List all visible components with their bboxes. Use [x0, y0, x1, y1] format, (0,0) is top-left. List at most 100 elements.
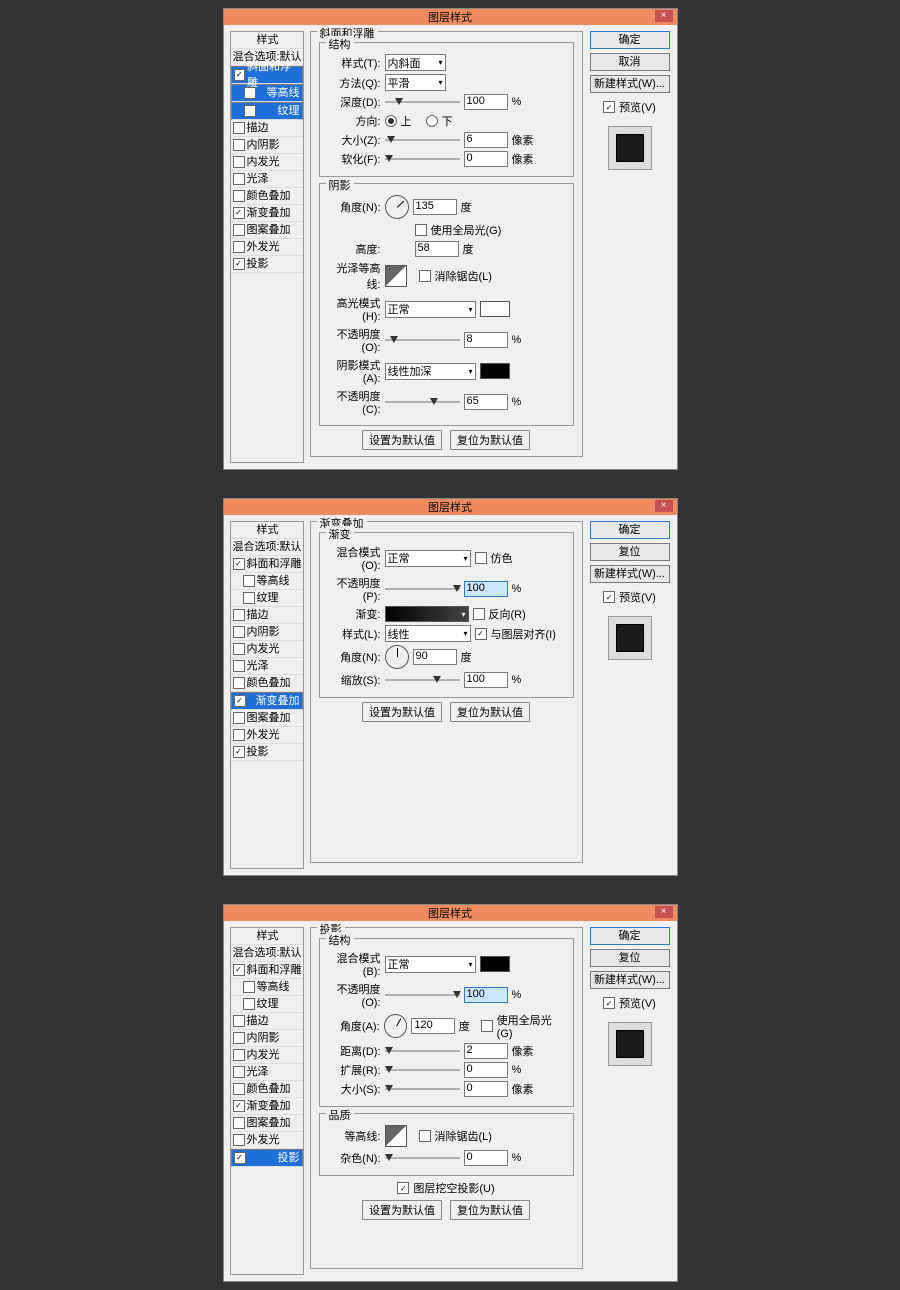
- style-bevel[interactable]: 斜面和浮雕: [231, 66, 303, 84]
- style-outer-glow[interactable]: 外发光: [231, 239, 303, 256]
- style-texture[interactable]: 纹理: [231, 102, 303, 120]
- preview-checkbox[interactable]: [603, 101, 615, 113]
- checkbox-icon[interactable]: [233, 1100, 245, 1112]
- shadow-opacity-input[interactable]: 65: [464, 394, 508, 410]
- checkbox-icon[interactable]: [233, 643, 245, 655]
- checkbox-icon[interactable]: [233, 190, 245, 202]
- checkbox-icon[interactable]: [234, 1152, 246, 1164]
- reset-button[interactable]: 复位: [590, 543, 670, 561]
- style-gradient-overlay[interactable]: 渐变叠加: [231, 1098, 303, 1115]
- spread-slider[interactable]: [385, 1065, 460, 1075]
- close-icon[interactable]: ×: [655, 906, 673, 918]
- antialias-checkbox[interactable]: [419, 1130, 431, 1142]
- size-slider[interactable]: [385, 135, 460, 145]
- style-pattern-overlay[interactable]: 图案叠加: [231, 710, 303, 727]
- dir-down-radio[interactable]: [426, 115, 438, 127]
- noise-slider[interactable]: [385, 1153, 460, 1163]
- style-inner-shadow[interactable]: 内阴影: [231, 137, 303, 154]
- checkbox-icon[interactable]: [233, 609, 245, 621]
- opacity-input[interactable]: 100: [464, 581, 508, 597]
- angle-dial[interactable]: [385, 645, 409, 669]
- angle-input[interactable]: 90: [413, 649, 457, 665]
- reset-button[interactable]: 复位: [590, 949, 670, 967]
- style-drop-shadow[interactable]: 投影: [231, 1149, 303, 1167]
- checkbox-icon[interactable]: [233, 746, 245, 758]
- antialias-checkbox[interactable]: [419, 270, 431, 282]
- spread-input[interactable]: 0: [464, 1062, 508, 1078]
- checkbox-icon[interactable]: [233, 241, 245, 253]
- knockout-checkbox[interactable]: [397, 1182, 409, 1194]
- close-icon[interactable]: ×: [655, 10, 673, 22]
- highlight-color-swatch[interactable]: [480, 301, 510, 317]
- opacity-input[interactable]: 100: [464, 987, 508, 1003]
- checkbox-icon[interactable]: [243, 998, 255, 1010]
- size-slider[interactable]: [385, 1084, 460, 1094]
- depth-input[interactable]: 100: [464, 94, 508, 110]
- titlebar[interactable]: 图层样式 ×: [224, 499, 677, 515]
- shadow-opacity-slider[interactable]: [385, 397, 460, 407]
- style-drop-shadow[interactable]: 投影: [231, 744, 303, 761]
- checkbox-icon[interactable]: [243, 575, 255, 587]
- angle-dial[interactable]: [384, 1014, 408, 1038]
- size-input[interactable]: 6: [464, 132, 508, 148]
- checkbox-icon[interactable]: [233, 1015, 245, 1027]
- gradient-picker[interactable]: ▾: [385, 606, 469, 622]
- reset-default-button[interactable]: 复位为默认值: [450, 1200, 530, 1220]
- checkbox-icon[interactable]: [233, 677, 245, 689]
- style-inner-shadow[interactable]: 内阴影: [231, 1030, 303, 1047]
- shadow-color-swatch[interactable]: [480, 956, 510, 972]
- checkbox-icon[interactable]: [233, 1049, 245, 1061]
- preview-checkbox[interactable]: [603, 997, 615, 1009]
- checkbox-icon[interactable]: [233, 1083, 245, 1095]
- style-stroke[interactable]: 描边: [231, 120, 303, 137]
- style-gradient-overlay[interactable]: 渐变叠加: [231, 205, 303, 222]
- checkbox-icon[interactable]: [233, 1117, 245, 1129]
- style-stroke[interactable]: 描边: [231, 607, 303, 624]
- style-color-overlay[interactable]: 颜色叠加: [231, 188, 303, 205]
- make-default-button[interactable]: 设置为默认值: [362, 1200, 442, 1220]
- global-light-checkbox[interactable]: [481, 1020, 493, 1032]
- style-select[interactable]: 内斜面▾: [385, 54, 446, 71]
- make-default-button[interactable]: 设置为默认值: [362, 430, 442, 450]
- style-gradient-overlay[interactable]: 渐变叠加: [231, 692, 303, 710]
- distance-slider[interactable]: [385, 1046, 460, 1056]
- reset-default-button[interactable]: 复位为默认值: [450, 702, 530, 722]
- checkbox-icon[interactable]: [233, 207, 245, 219]
- titlebar[interactable]: 图层样式 ×: [224, 9, 677, 25]
- checkbox-icon[interactable]: [233, 1032, 245, 1044]
- checkbox-icon[interactable]: [244, 87, 256, 99]
- blend-options[interactable]: 混合选项:默认: [231, 945, 303, 962]
- reset-default-button[interactable]: 复位为默认值: [450, 430, 530, 450]
- dir-up-radio[interactable]: [385, 115, 397, 127]
- preview-checkbox[interactable]: [603, 591, 615, 603]
- new-style-button[interactable]: 新建样式(W)...: [590, 75, 670, 93]
- style-bevel[interactable]: 斜面和浮雕: [231, 556, 303, 573]
- style-texture[interactable]: 纹理: [231, 590, 303, 607]
- checkbox-icon[interactable]: [233, 258, 245, 270]
- global-light-checkbox[interactable]: [415, 224, 427, 236]
- style-pattern-overlay[interactable]: 图案叠加: [231, 222, 303, 239]
- reverse-checkbox[interactable]: [473, 608, 485, 620]
- shadow-color-swatch[interactable]: [480, 363, 510, 379]
- ok-button[interactable]: 确定: [590, 521, 670, 539]
- checkbox-icon[interactable]: [233, 1066, 245, 1078]
- checkbox-icon[interactable]: [233, 626, 245, 638]
- angle-dial[interactable]: [385, 195, 409, 219]
- style-contour[interactable]: 等高线: [231, 979, 303, 996]
- style-drop-shadow[interactable]: 投影: [231, 256, 303, 273]
- style-stroke[interactable]: 描边: [231, 1013, 303, 1030]
- checkbox-icon[interactable]: [243, 592, 255, 604]
- align-checkbox[interactable]: [475, 628, 487, 640]
- checkbox-icon[interactable]: [233, 156, 245, 168]
- style-inner-glow[interactable]: 内发光: [231, 154, 303, 171]
- angle-input[interactable]: 135: [413, 199, 457, 215]
- checkbox-icon[interactable]: [233, 712, 245, 724]
- size-input[interactable]: 0: [464, 1081, 508, 1097]
- blend-mode-select[interactable]: 正常▾: [385, 956, 476, 973]
- opacity-slider[interactable]: [385, 584, 460, 594]
- style-inner-shadow[interactable]: 内阴影: [231, 624, 303, 641]
- close-icon[interactable]: ×: [655, 500, 673, 512]
- checkbox-icon[interactable]: [244, 105, 256, 117]
- soften-input[interactable]: 0: [464, 151, 508, 167]
- technique-select[interactable]: 平滑▾: [385, 74, 446, 91]
